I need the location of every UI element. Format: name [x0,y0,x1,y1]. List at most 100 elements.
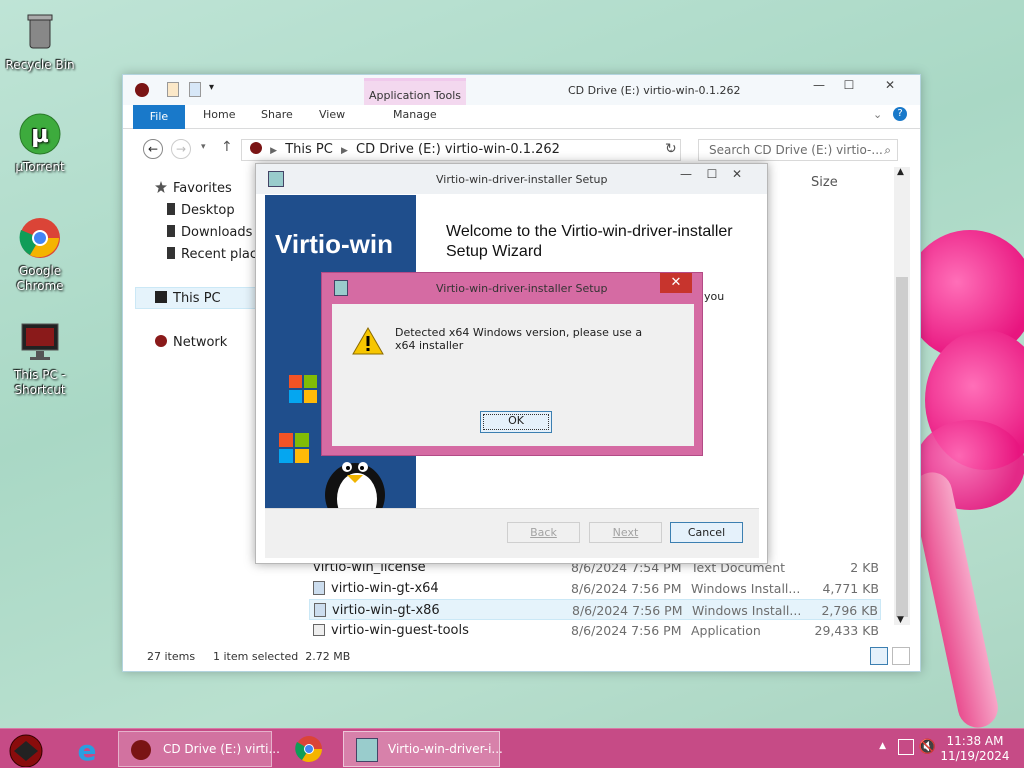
address-bar[interactable]: ▶ This PC ▶ CD Drive (E:) virtio-win-0.1… [241,139,681,161]
desktop-folder-icon [167,203,175,215]
forward-button[interactable]: → [171,139,191,159]
installer-icon [356,738,378,762]
next-button[interactable]: Next [589,522,662,543]
downloads-folder-icon [167,225,175,237]
ok-button[interactable]: OK [480,411,552,433]
dialog-close-button[interactable]: ✕ [660,273,692,293]
back-button[interactable]: Back [507,522,580,543]
file-name: virtio-win-guest-tools [331,623,469,638]
file-size: 2,796 KB [821,603,878,618]
tab-manage[interactable]: Manage [393,108,437,121]
recent-places-icon [167,247,175,259]
search-icon[interactable]: ⌕ [884,140,891,160]
search-placeholder: Search CD Drive (E:) virtio-... [709,143,883,157]
desktop-icon-utorrent[interactable]: µ µTorrent [0,112,80,175]
close-button[interactable]: ✕ [868,75,912,95]
recent-locations-button[interactable]: ▾ [201,142,206,152]
column-header-size[interactable]: Size [811,175,838,190]
error-dialog[interactable]: Virtio-win-driver-installer Setup ✕ Dete… [321,272,703,456]
utorrent-icon: µ [18,112,62,156]
installer-icon [268,171,284,187]
start-logo-icon [9,734,43,768]
nav-favorites[interactable]: Favorites [155,181,232,196]
taskbar-setup-wizard[interactable]: Virtio-win-driver-i... [343,731,503,767]
taskbar-file-explorer[interactable]: CD Drive (E:) virti... [118,731,280,767]
monitor-icon [18,320,62,364]
taskbar-label: CD Drive (E:) virti... [163,742,280,756]
up-button[interactable]: ↑ [221,139,233,155]
wizard-close-button[interactable]: ✕ [717,164,757,184]
tab-share[interactable]: Share [261,108,293,121]
taskbar-internet-explorer[interactable]: e [62,731,112,767]
scroll-down-icon[interactable]: ▼ [897,615,904,625]
tab-home[interactable]: Home [203,108,235,121]
file-type: Windows Install... [692,603,802,618]
minimize-button[interactable]: — [804,75,834,95]
breadcrumb-cd-drive[interactable]: CD Drive (E:) virtio-win-0.1.262 [356,142,560,157]
maximize-button[interactable]: ☐ [834,75,864,95]
tab-view[interactable]: View [319,108,345,121]
show-hidden-icons-button[interactable]: ▲ [879,741,886,751]
scrollbar-thumb[interactable] [896,277,908,617]
star-icon [155,181,167,193]
dialog-titlebar[interactable]: Virtio-win-driver-installer Setup ✕ [322,273,702,303]
wizard-body-text: you [704,290,725,303]
new-folder-icon[interactable] [189,82,201,97]
nav-recent-places[interactable]: Recent plac [167,247,257,262]
details-view-icon[interactable] [870,647,888,665]
desktop-icon-this-pc[interactable]: This PC - Shortcut [0,320,80,398]
breadcrumb-this-pc[interactable]: This PC [285,142,333,157]
breadcrumb-separator: ▶ [270,146,278,156]
nav-desktop[interactable]: Desktop [167,203,235,218]
help-icon[interactable]: ? [893,107,907,121]
drive-icon [135,83,149,97]
nav-label: This PC [173,291,221,306]
nav-network[interactable]: Network [155,335,227,350]
computer-icon [155,291,167,303]
nav-downloads[interactable]: Downloads [167,225,252,240]
address-row: ← → ▾ ↑ ▶ This PC ▶ CD Drive (E:) virtio… [123,135,922,165]
next-label: Next [612,526,639,539]
recycle-bin-icon [18,10,62,54]
large-icons-view-icon[interactable] [892,647,910,665]
window-title: CD Drive (E:) virtio-win-0.1.262 [568,84,741,97]
desktop-icon-chrome[interactable]: Google Chrome [0,216,80,294]
file-date: 8/6/2024 7:56 PM [571,623,682,638]
scroll-up-icon[interactable]: ▲ [897,167,904,177]
drive-icon [131,740,151,760]
svg-text:µ: µ [31,120,49,148]
refresh-icon[interactable]: ↻ [665,141,677,157]
desktop-icon-recycle-bin[interactable]: Recycle Bin [0,10,80,73]
cancel-button[interactable]: Cancel [670,522,743,543]
warning-icon [352,326,384,356]
application-tools-label: Application Tools [368,89,462,102]
wizard-heading: Welcome to the Virtio-win-driver-install… [446,223,733,260]
customize-quick-access-icon[interactable]: ▾ [209,82,214,93]
taskbar-chrome[interactable] [280,731,338,767]
start-button[interactable] [0,731,56,768]
action-center-icon[interactable] [898,739,914,755]
wizard-brand: Virtio-win [275,229,393,259]
wizard-titlebar[interactable]: Virtio-win-driver-installer Setup — ☐ ✕ [256,164,767,194]
vertical-scrollbar[interactable]: ▲ ▼ [894,167,910,625]
tab-file[interactable]: File [133,105,185,129]
nav-label: Favorites [173,181,232,196]
volume-muted-icon[interactable]: 🔇 [919,739,936,755]
internet-explorer-icon: e [78,734,97,767]
properties-icon[interactable] [167,82,179,97]
explorer-titlebar[interactable]: ▾ Application Tools CD Drive (E:) virtio… [123,75,920,128]
ribbon-tabs: File Home Share View Manage ⌄ ? [123,105,920,129]
back-label: Back [530,526,557,539]
expand-ribbon-icon[interactable]: ⌄ [873,108,882,121]
application-icon [313,624,325,636]
nav-label: Network [173,335,228,350]
search-input[interactable]: Search CD Drive (E:) virtio-... ⌕ [698,139,898,161]
back-button[interactable]: ← [143,139,163,159]
file-row-selected[interactable]: virtio-win-gt-x86 8/6/2024 7:56 PM Windo… [309,599,881,620]
file-size: 29,433 KB [814,623,879,638]
svg-text:e: e [78,734,97,767]
file-row[interactable]: virtio-win-guest-tools 8/6/2024 7:56 PM … [309,620,881,641]
clock[interactable]: 11:38 AM 11/19/2024 [940,734,1010,764]
nav-this-pc[interactable]: This PC [155,291,221,306]
file-row[interactable]: virtio-win-gt-x64 8/6/2024 7:56 PM Windo… [309,578,881,599]
